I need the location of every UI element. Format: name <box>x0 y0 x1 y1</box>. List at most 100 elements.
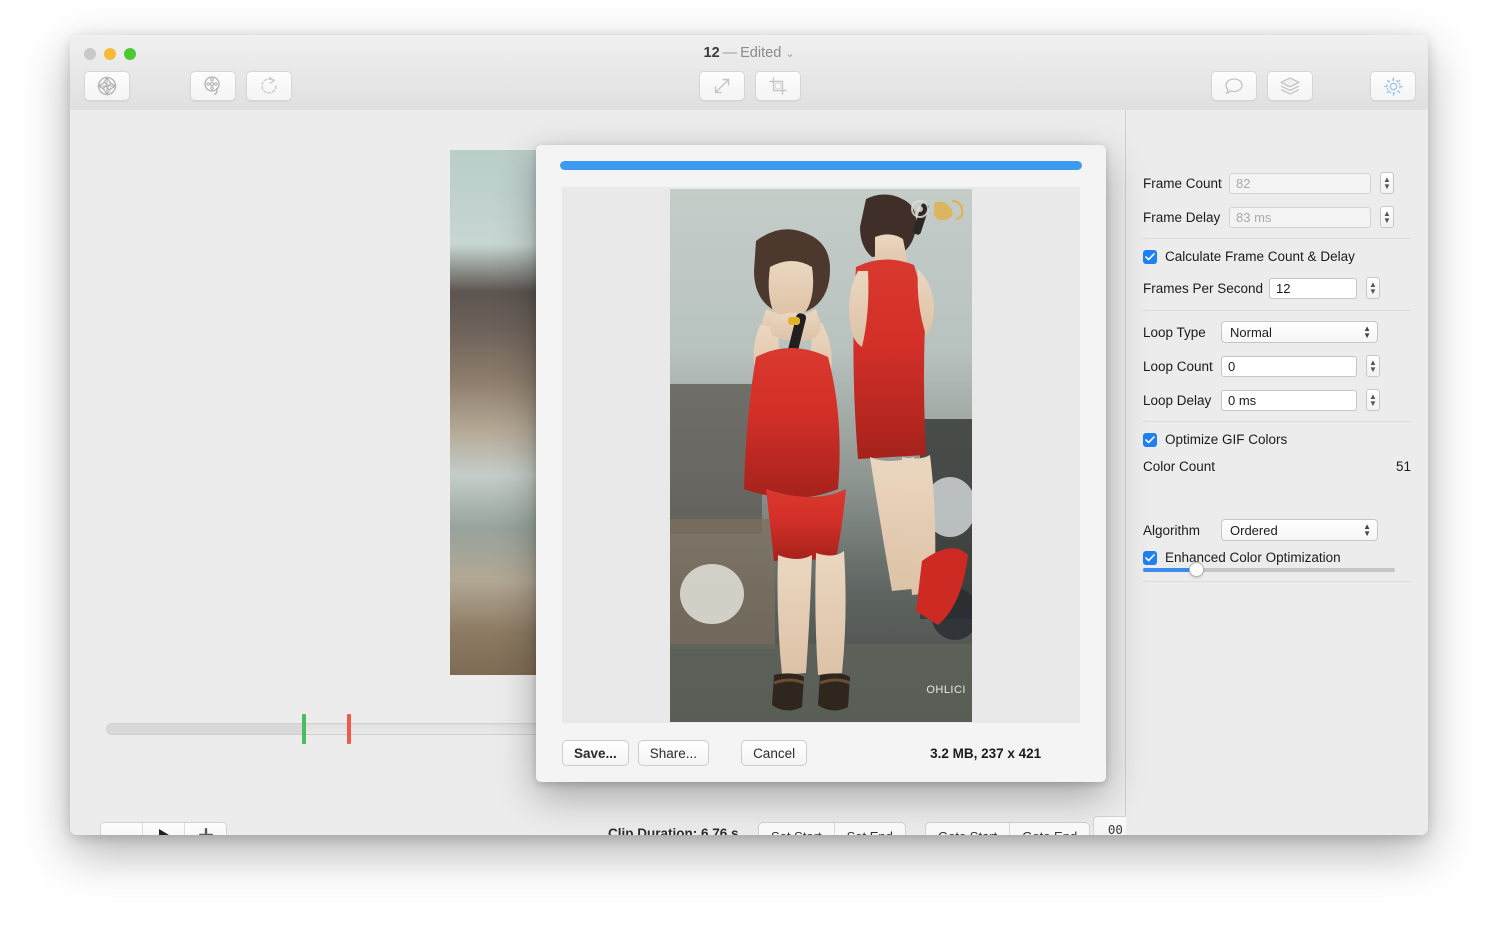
film-reel-button[interactable] <box>190 71 236 101</box>
algorithm-value: Ordered <box>1230 522 1278 538</box>
frame-count-stepper[interactable]: ▲ ▼ <box>1380 172 1394 194</box>
goto-end-button[interactable]: Goto End <box>1010 823 1090 835</box>
refresh-icon <box>258 75 280 97</box>
step-back-button[interactable] <box>101 823 143 835</box>
loop-type-row: Loop Type Normal ▲ ▼ <box>1126 321 1428 343</box>
select-arrows-icon: ▲ ▼ <box>1363 324 1371 340</box>
loop-count-label: Loop Count <box>1143 358 1213 374</box>
algorithm-label: Algorithm <box>1143 522 1201 538</box>
layers-icon <box>1279 76 1301 96</box>
set-range-buttons: Set Start Set End <box>758 822 906 835</box>
step-forward-button[interactable] <box>185 823 226 835</box>
loop-count-row: Loop Count 0 ▲ ▼ <box>1126 355 1428 377</box>
frame-delay-input[interactable]: 83 ms <box>1229 206 1371 228</box>
fps-input[interactable]: 12 <box>1269 277 1357 299</box>
gif-preview-image[interactable]: OHLICI <box>670 188 972 722</box>
calculate-frame-count-label: Calculate Frame Count & Delay <box>1165 249 1355 264</box>
save-button[interactable]: Save... <box>562 740 629 766</box>
export-gif-dialog: OHLICI Save... Share... Cancel 3.2 MB, 2… <box>536 145 1106 782</box>
enhanced-color-optimization-label: Enhanced Color Optimization <box>1165 550 1341 565</box>
plus-icon <box>198 827 213 835</box>
clip-duration-label: Clip Duration: 6.76 s <box>608 826 739 835</box>
frame-delay-row: Frame Delay 83 ms ▲ ▼ <box>1126 206 1428 228</box>
layers-button[interactable] <box>1267 71 1313 101</box>
color-count-slider[interactable] <box>1143 562 1395 577</box>
optimize-gif-colors-label: Optimize GIF Colors <box>1165 432 1288 447</box>
frame-delay-stepper[interactable]: ▲ ▼ <box>1380 206 1394 228</box>
color-count-slider-fill <box>1143 568 1196 572</box>
loop-type-label: Loop Type <box>1143 324 1206 340</box>
screenshot-root: 12— Edited ⌄ Clip Duration: 6.76 s Frame… <box>0 0 1500 937</box>
stepper-down-icon: ▼ <box>1369 365 1377 374</box>
optimize-gif-colors-row[interactable]: Optimize GIF Colors <box>1126 432 1428 447</box>
fps-stepper[interactable]: ▲ ▼ <box>1366 277 1380 299</box>
gear-icon <box>1383 76 1404 97</box>
window-title[interactable]: 12— Edited ⌄ <box>70 45 1428 61</box>
clip-end-marker[interactable] <box>347 714 351 744</box>
set-end-button[interactable]: Set End <box>834 823 905 835</box>
enhanced-color-optimization-row[interactable]: Enhanced Color Optimization <box>1126 550 1428 565</box>
loop-type-select[interactable]: Normal ▲ ▼ <box>1221 321 1378 343</box>
fps-label: Frames Per Second <box>1143 280 1264 296</box>
play-icon <box>158 828 170 835</box>
refresh-button[interactable] <box>246 71 292 101</box>
chevron-down-icon[interactable]: ⌄ <box>781 48 794 60</box>
title-bar: 12— Edited ⌄ <box>70 35 1428 111</box>
divider-2 <box>1143 310 1411 311</box>
frame-delay-label: Frame Delay <box>1143 209 1221 225</box>
set-start-button[interactable]: Set Start <box>759 823 835 835</box>
comment-button[interactable] <box>1211 71 1257 101</box>
resize-button[interactable] <box>699 71 745 101</box>
clip-start-marker[interactable] <box>302 714 306 744</box>
stepper-down-icon: ▼ <box>1369 399 1377 408</box>
goto-start-button[interactable]: Goto Start <box>926 823 1011 835</box>
algorithm-row: Algorithm Ordered ▲ ▼ <box>1126 519 1428 541</box>
divider-4 <box>1143 581 1411 582</box>
enhanced-color-optimization-checkbox[interactable] <box>1143 550 1157 565</box>
export-progress-fill <box>560 161 1082 170</box>
aperture-button[interactable] <box>84 71 130 101</box>
optimize-gif-colors-checkbox[interactable] <box>1143 432 1157 447</box>
loop-delay-input[interactable]: 0 ms <box>1221 389 1357 411</box>
color-count-row: Color Count 51 <box>1126 459 1428 474</box>
settings-sidebar: Frame Count 82 ▲ ▼ Frame Delay 83 ms ▲ ▼ <box>1126 110 1428 835</box>
stepper-down-icon: ▼ <box>1383 182 1391 191</box>
stepper-down-icon: ▼ <box>1383 216 1391 225</box>
fps-row: Frames Per Second 12 ▲ ▼ <box>1126 277 1428 299</box>
window-title-dash: — <box>722 45 738 61</box>
frame-count-row: Frame Count 82 ▲ ▼ <box>1126 172 1428 194</box>
resize-icon <box>712 76 732 96</box>
frame-count-input[interactable]: 82 <box>1229 172 1371 194</box>
frame-count-label: Frame Count <box>1143 175 1222 191</box>
goto-buttons: Goto Start Goto End <box>925 822 1091 835</box>
timeline-progress <box>107 724 303 734</box>
crop-icon <box>768 76 788 96</box>
app-window: 12— Edited ⌄ Clip Duration: 6.76 s Frame… <box>70 35 1428 835</box>
playback-controls[interactable] <box>100 822 227 835</box>
play-button[interactable] <box>143 823 185 835</box>
image-watermark: OHLICI <box>926 683 966 696</box>
window-title-name: 12 <box>703 45 720 61</box>
window-title-status: Edited <box>740 45 782 61</box>
loop-count-stepper[interactable]: ▲ ▼ <box>1366 355 1380 377</box>
loop-delay-stepper[interactable]: ▲ ▼ <box>1366 389 1380 411</box>
film-reel-icon <box>202 75 224 97</box>
dialog-footer: Save... Share... Cancel 3.2 MB, 237 x 42… <box>536 724 1106 782</box>
color-count-value: 51 <box>1395 459 1411 474</box>
loop-count-input[interactable]: 0 <box>1221 355 1357 377</box>
loop-delay-label: Loop Delay <box>1143 392 1212 408</box>
calculate-frame-count-checkbox[interactable] <box>1143 249 1157 264</box>
loop-type-value: Normal <box>1230 324 1272 340</box>
color-count-label: Color Count <box>1143 459 1216 474</box>
comment-icon <box>1223 76 1245 96</box>
select-arrows-icon: ▲ ▼ <box>1363 522 1371 538</box>
calculate-frame-count-row[interactable]: Calculate Frame Count & Delay <box>1126 249 1428 264</box>
crop-button[interactable] <box>755 71 801 101</box>
loop-delay-row: Loop Delay 0 ms ▲ ▼ <box>1126 389 1428 411</box>
output-size-info: 3.2 MB, 237 x 421 <box>930 745 1042 761</box>
share-button[interactable]: Share... <box>637 740 710 766</box>
cancel-button[interactable]: Cancel <box>741 740 808 766</box>
algorithm-select[interactable]: Ordered ▲ ▼ <box>1221 519 1378 541</box>
divider-1 <box>1143 238 1411 239</box>
settings-button[interactable] <box>1370 71 1416 101</box>
